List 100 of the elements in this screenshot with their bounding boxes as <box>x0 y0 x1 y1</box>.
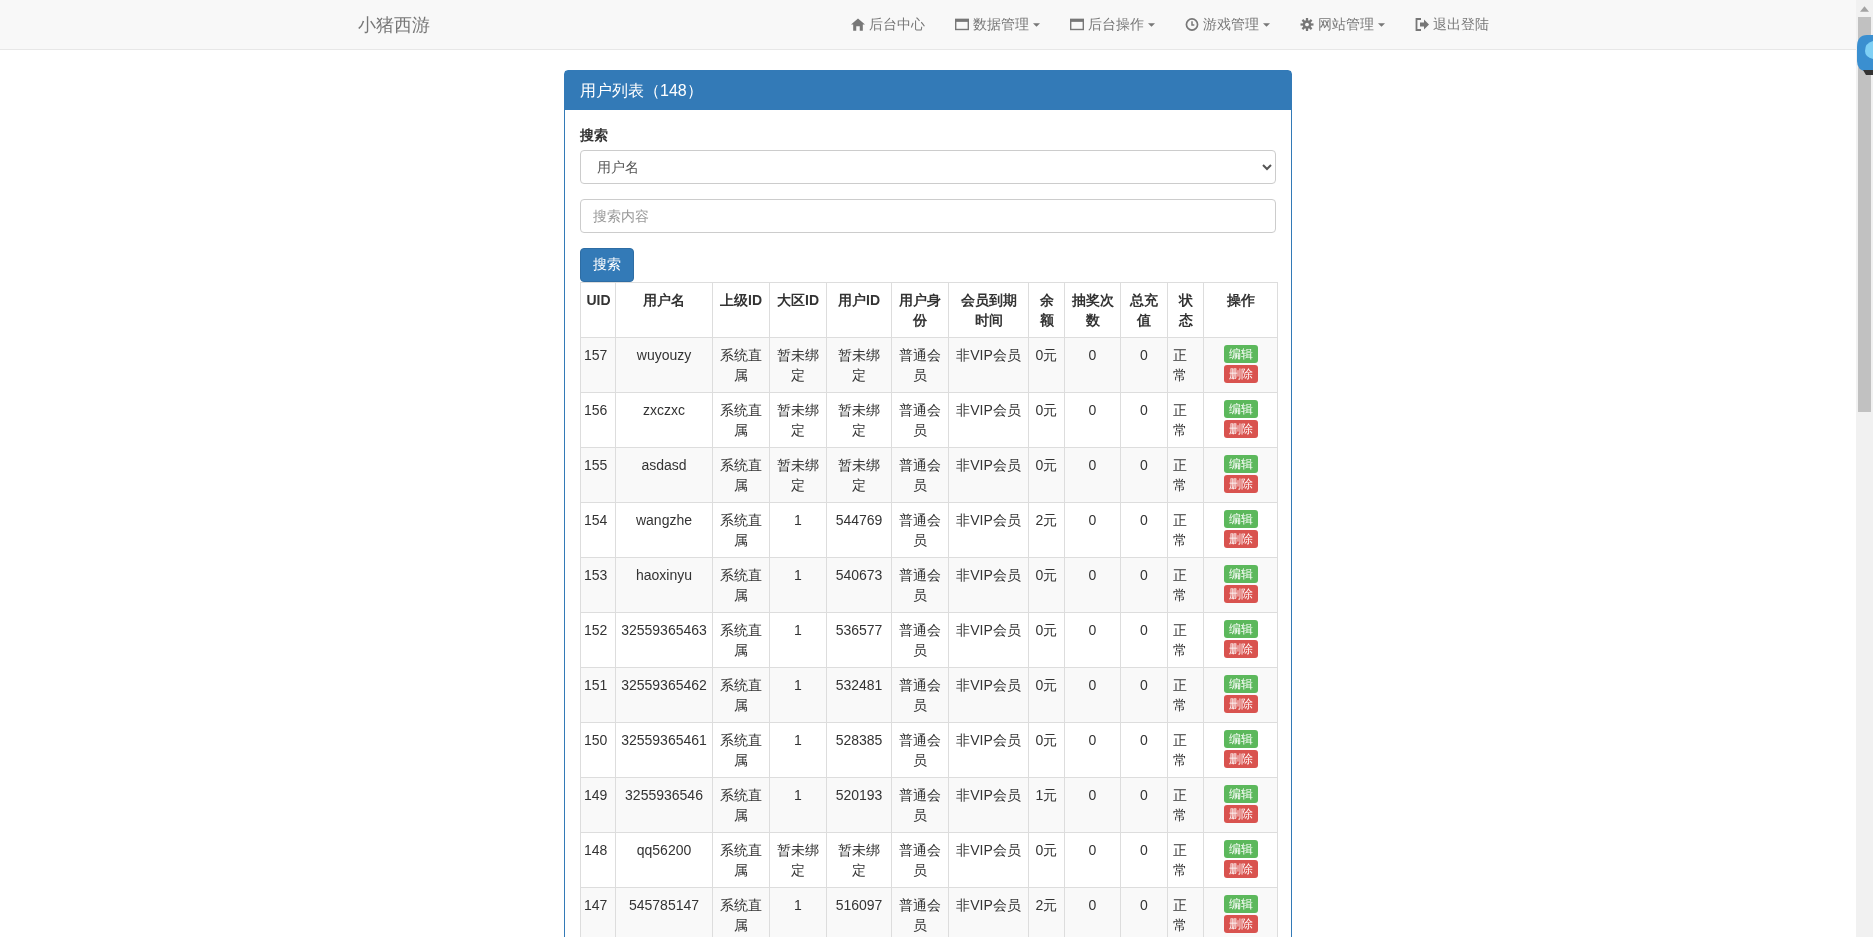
table-cell: 520193 <box>826 777 892 833</box>
delete-button[interactable]: 删除 <box>1223 915 1258 933</box>
table-cell: 非VIP会员 <box>948 337 1029 393</box>
column-header: 会员到期时间 <box>948 282 1029 338</box>
table-cell: 系统直属 <box>712 447 770 503</box>
table-cell: 0 <box>1120 722 1168 778</box>
table-cell: 532481 <box>826 667 892 723</box>
caret-icon <box>1148 22 1155 27</box>
scroll-up-icon[interactable] <box>1860 6 1869 12</box>
delete-button[interactable]: 删除 <box>1223 420 1258 438</box>
table-cell: wangzhe <box>615 502 713 558</box>
delete-button[interactable]: 删除 <box>1223 750 1258 768</box>
table-cell: 152 <box>580 612 616 668</box>
table-cell: 正常 <box>1167 392 1204 448</box>
table-cell: 正常 <box>1167 557 1204 613</box>
table-cell: 正常 <box>1167 612 1204 668</box>
edit-button[interactable]: 编辑 <box>1223 510 1258 528</box>
edit-button[interactable]: 编辑 <box>1223 895 1258 913</box>
edit-button[interactable]: 编辑 <box>1223 400 1258 418</box>
table-cell: 3255936546 <box>615 777 713 833</box>
column-header: 用户名 <box>615 282 713 338</box>
nav-link[interactable]: 后台操作 <box>1055 0 1170 49</box>
edit-button[interactable]: 编辑 <box>1223 565 1258 583</box>
edit-button[interactable]: 编辑 <box>1223 840 1258 858</box>
table-cell: 157 <box>580 337 616 393</box>
table-cell: wuyouzy <box>615 337 713 393</box>
table-cell: 0元 <box>1028 337 1065 393</box>
edit-button[interactable]: 编辑 <box>1223 675 1258 693</box>
edit-button[interactable]: 编辑 <box>1223 785 1258 803</box>
table-cell: 系统直属 <box>712 667 770 723</box>
table-cell: 1 <box>769 722 827 778</box>
table-cell: 非VIP会员 <box>948 722 1029 778</box>
table-cell: 正常 <box>1167 832 1204 888</box>
edit-button[interactable]: 编辑 <box>1223 455 1258 473</box>
caret-icon <box>1263 22 1270 27</box>
edit-button[interactable]: 编辑 <box>1223 345 1258 363</box>
nav-link[interactable]: 后台中心 <box>836 0 940 49</box>
table-cell: 非VIP会员 <box>948 392 1029 448</box>
table-cell: 0 <box>1064 887 1121 937</box>
table-cell: 150 <box>580 722 616 778</box>
table-cell: 516097 <box>826 887 892 937</box>
search-field[interactable]: 搜索内容 <box>580 199 1276 233</box>
delete-button[interactable]: 删除 <box>1223 530 1258 548</box>
table-cell: qq56200 <box>615 832 713 888</box>
nav-link[interactable]: 退出登陆 <box>1400 0 1504 49</box>
nav-link[interactable]: 游戏管理 <box>1170 0 1285 49</box>
delete-button[interactable]: 删除 <box>1223 365 1258 383</box>
table-cell: 0 <box>1064 722 1121 778</box>
table-cell: 0元 <box>1028 667 1065 723</box>
table-cell: 0元 <box>1028 722 1065 778</box>
scrollbar[interactable] <box>1856 0 1873 937</box>
table-cell: 系统直属 <box>712 887 770 937</box>
delete-button[interactable]: 删除 <box>1223 860 1258 878</box>
table-cell: 0 <box>1064 502 1121 558</box>
column-header: 用户身份 <box>891 282 949 338</box>
table-cell: 正常 <box>1167 777 1204 833</box>
column-header: 用户ID <box>826 282 892 338</box>
table-cell: zxczxc <box>615 392 713 448</box>
delete-button[interactable]: 删除 <box>1223 475 1258 493</box>
delete-button[interactable]: 删除 <box>1223 805 1258 823</box>
brand-link[interactable]: 小猪西游 <box>358 12 430 37</box>
table-cell: 0元 <box>1028 612 1065 668</box>
home-icon <box>851 18 865 31</box>
column-header: UID <box>580 282 616 338</box>
column-header: 大区ID <box>769 282 827 338</box>
delete-button[interactable]: 删除 <box>1223 695 1258 713</box>
window-icon <box>1070 18 1084 31</box>
floating-assistant-icon[interactable] <box>1857 35 1873 75</box>
panel-title: 用户列表（148） <box>580 82 703 99</box>
table-cell: 0 <box>1120 777 1168 833</box>
table-cell: 非VIP会员 <box>948 557 1029 613</box>
edit-button[interactable]: 编辑 <box>1223 620 1258 638</box>
table-cell: 0元 <box>1028 557 1065 613</box>
table-cell: asdasd <box>615 447 713 503</box>
edit-button[interactable]: 编辑 <box>1223 730 1258 748</box>
table-cell: 0 <box>1120 337 1168 393</box>
delete-button[interactable]: 删除 <box>1223 585 1258 603</box>
table-cell: 153 <box>580 557 616 613</box>
column-header: 总充值 <box>1120 282 1168 338</box>
table-cell: 1 <box>769 612 827 668</box>
table-cell: 非VIP会员 <box>948 612 1029 668</box>
nav-link[interactable]: 网站管理 <box>1285 0 1400 49</box>
table-cell: 暂未绑定 <box>826 447 892 503</box>
table-cell: 暂未绑定 <box>769 337 827 393</box>
table-cell: 148 <box>580 832 616 888</box>
table-cell: 正常 <box>1167 887 1204 937</box>
table-cell: 0 <box>1120 557 1168 613</box>
table-cell: 1 <box>769 557 827 613</box>
search-button[interactable]: 搜索 <box>580 248 634 282</box>
table-cell: 544769 <box>826 502 892 558</box>
settings-icon <box>1300 18 1314 31</box>
delete-button[interactable]: 删除 <box>1223 640 1258 658</box>
table-cell: 普通会员 <box>891 887 949 937</box>
table-cell: 系统直属 <box>712 557 770 613</box>
column-header: 余额 <box>1028 282 1065 338</box>
table-cell: 147 <box>580 887 616 937</box>
nav-link[interactable]: 数据管理 <box>940 0 1055 49</box>
search-type-select[interactable]: 用户名 <box>580 150 1276 184</box>
table-cell: 0元 <box>1028 447 1065 503</box>
table-cell: 0元 <box>1028 392 1065 448</box>
